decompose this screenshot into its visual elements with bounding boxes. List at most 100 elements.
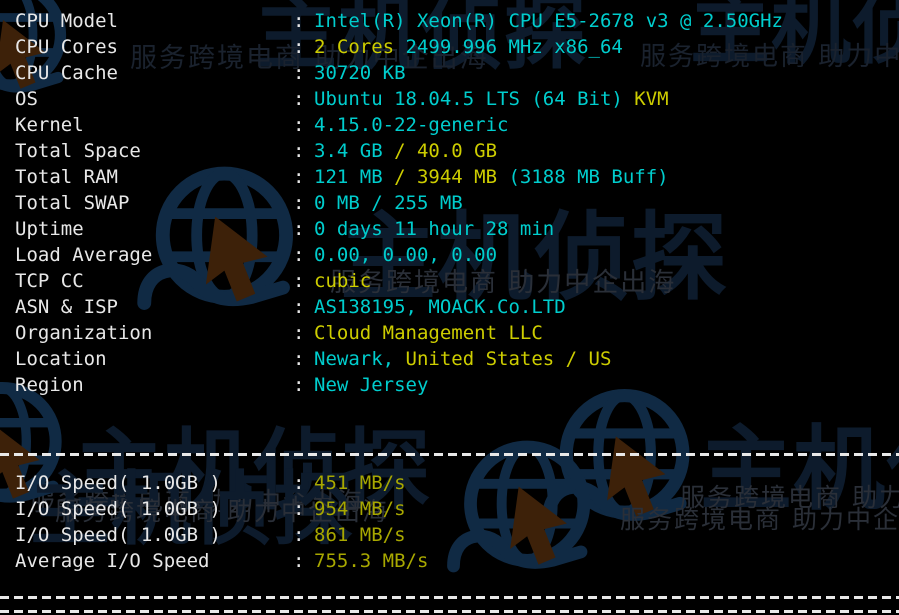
info_rows-value: AS138195, MOACK.Co.LTD xyxy=(314,294,566,320)
info_rows-colon: : xyxy=(293,372,304,398)
info_rows-value: 121 MB / 3944 MB (3188 MB Buff) xyxy=(314,164,669,190)
io_rows-value: 861 MB/s xyxy=(314,522,406,548)
io_rows-label: I/O Speed( 1.0GB ) xyxy=(15,470,221,496)
info_rows-colon: : xyxy=(293,242,304,268)
info_rows-value-segment: 3.4 GB xyxy=(314,140,394,162)
io_rows-label: I/O Speed( 1.0GB ) xyxy=(15,496,221,522)
io_rows-label: Average I/O Speed xyxy=(15,548,209,574)
info_rows-colon: : xyxy=(293,216,304,242)
info_rows-value-segment: Ubuntu 18.04.5 LTS (64 Bit) xyxy=(314,88,634,110)
separator-after-io-1 xyxy=(0,596,899,599)
info_rows-label: TCP CC xyxy=(15,268,84,294)
io_rows-value-segment: 954 MB/s xyxy=(314,498,406,520)
info_rows-colon: : xyxy=(293,8,304,34)
io_rows-colon: : xyxy=(293,522,304,548)
io_rows-row: I/O Speed( 1.0GB ):954 MB/s xyxy=(0,496,899,522)
info_rows-value-segment: 2 Cores xyxy=(314,36,394,58)
info_rows-colon: : xyxy=(293,138,304,164)
info_rows-row: OS: Ubuntu 18.04.5 LTS (64 Bit) KVM xyxy=(0,86,899,112)
terminal-text-layer: CPU Model: Intel(R) Xeon(R) CPU E5-2678 v… xyxy=(0,0,899,615)
info_rows-value: Intel(R) Xeon(R) CPU E5-2678 v3 @ 2.50GH… xyxy=(314,8,783,34)
info_rows-value-segment: New Jersey xyxy=(314,374,428,396)
info_rows-value: Newark, United States / US xyxy=(314,346,611,372)
info_rows-colon: : xyxy=(293,34,304,60)
separator-after-io-2 xyxy=(0,610,899,613)
io_rows-value-segment: 451 MB/s xyxy=(314,472,406,494)
info_rows-row: Region: New Jersey xyxy=(0,372,899,398)
info_rows-label: Uptime xyxy=(15,216,84,242)
info_rows-row: Load Average:0.00, 0.00, 0.00 xyxy=(0,242,899,268)
info_rows-colon: : xyxy=(293,294,304,320)
info_rows-value: cubic xyxy=(314,268,371,294)
io_rows-colon: : xyxy=(293,470,304,496)
info_rows-value: 0 days 11 hour 28 min xyxy=(314,216,554,242)
info_rows-colon: : xyxy=(293,268,304,294)
info_rows-label: Region xyxy=(15,372,84,398)
info_rows-value: 3.4 GB / 40.0 GB xyxy=(314,138,497,164)
info_rows-value-segment: AS138195, MOACK.Co.LTD xyxy=(314,296,566,318)
io_rows-value: 954 MB/s xyxy=(314,496,406,522)
info_rows-row: CPU Cache:30720 KB xyxy=(0,60,899,86)
info_rows-label: Total Space xyxy=(15,138,141,164)
info_rows-label: Total SWAP xyxy=(15,190,129,216)
info_rows-colon: : xyxy=(293,86,304,112)
io_rows-colon: : xyxy=(293,548,304,574)
info_rows-value-segment: 121 MB xyxy=(314,166,394,188)
io_rows-label: I/O Speed( 1.0GB ) xyxy=(15,522,221,548)
info_rows-colon: : xyxy=(293,112,304,138)
info_rows-row: Uptime:0 days 11 hour 28 min xyxy=(0,216,899,242)
info_rows-value: Ubuntu 18.04.5 LTS (64 Bit) KVM xyxy=(314,86,669,112)
info_rows-value-segment: / 3944 MB xyxy=(394,166,508,188)
info_rows-value: 0.00, 0.00, 0.00 xyxy=(314,242,497,268)
info_rows-value-segment: 0 days 11 hour 28 min xyxy=(314,218,554,240)
info_rows-value: Cloud Management LLC xyxy=(314,320,543,346)
info_rows-value-segment: 0.00, 0.00, 0.00 xyxy=(314,244,497,266)
info_rows-row: CPU Model: Intel(R) Xeon(R) CPU E5-2678 v… xyxy=(0,8,899,34)
info_rows-row: Location: Newark, United States / US xyxy=(0,346,899,372)
info_rows-value: New Jersey xyxy=(314,372,428,398)
info_rows-row: CPU Cores:2 Cores 2499.996 MHz x86_64 xyxy=(0,34,899,60)
info_rows-value-segment: Newark, xyxy=(314,348,406,370)
info_rows-label: Total RAM xyxy=(15,164,118,190)
info_rows-row: Total RAM:121 MB / 3944 MB (3188 MB Buff… xyxy=(0,164,899,190)
info_rows-label: OS xyxy=(15,86,38,112)
info_rows-colon: : xyxy=(293,60,304,86)
io_rows-row: Average I/O Speed:755.3 MB/s xyxy=(0,548,899,574)
io_rows-value-segment: 861 MB/s xyxy=(314,524,406,546)
info_rows-value-segment: 0 MB / 255 MB xyxy=(314,192,463,214)
info_rows-row: TCP CC: cubic xyxy=(0,268,899,294)
io_rows-row: I/O Speed( 1.0GB ):861 MB/s xyxy=(0,522,899,548)
info_rows-value-segment: 4.15.0-22-generic xyxy=(314,114,508,136)
io_rows-colon: : xyxy=(293,496,304,522)
info_rows-value: 4.15.0-22-generic xyxy=(314,112,508,138)
info_rows-value-segment: Cloud Management LLC xyxy=(314,322,543,344)
info_rows-value-segment: Intel(R) Xeon(R) CPU E5-2678 v3 @ 2.50GH… xyxy=(314,10,783,32)
info_rows-colon: : xyxy=(293,190,304,216)
info_rows-row: Kernel:4.15.0-22-generic xyxy=(0,112,899,138)
separator-after-info xyxy=(0,453,899,456)
info_rows-value-segment: KVM xyxy=(634,88,668,110)
info_rows-row: Organization: Cloud Management LLC xyxy=(0,320,899,346)
info_rows-label: Kernel xyxy=(15,112,84,138)
info_rows-value-segment: 30720 KB xyxy=(314,62,406,84)
info_rows-label: Load Average xyxy=(15,242,152,268)
info_rows-label: CPU Cores xyxy=(15,34,118,60)
info_rows-row: Total Space:3.4 GB / 40.0 GB xyxy=(0,138,899,164)
info_rows-row: Total SWAP:0 MB / 255 MB xyxy=(0,190,899,216)
io_rows-value-segment: 755.3 MB/s xyxy=(314,550,428,572)
info_rows-colon: : xyxy=(293,346,304,372)
info_rows-row: ASN & ISP:AS138195, MOACK.Co.LTD xyxy=(0,294,899,320)
info_rows-value-segment: (3188 MB Buff) xyxy=(508,166,668,188)
info_rows-value: 30720 KB xyxy=(314,60,406,86)
io_rows-row: I/O Speed( 1.0GB ):451 MB/s xyxy=(0,470,899,496)
info_rows-value: 2 Cores 2499.996 MHz x86_64 xyxy=(314,34,623,60)
info_rows-label: CPU Model xyxy=(15,8,118,34)
info_rows-label: Organization xyxy=(15,320,152,346)
info_rows-value-segment: cubic xyxy=(314,270,371,292)
info_rows-colon: : xyxy=(293,164,304,190)
io_rows-value: 755.3 MB/s xyxy=(314,548,428,574)
info_rows-value: 0 MB / 255 MB xyxy=(314,190,463,216)
info_rows-value-segment: 2499.996 MHz x86_64 xyxy=(394,36,623,58)
info_rows-label: Location xyxy=(15,346,107,372)
info_rows-colon: : xyxy=(293,320,304,346)
